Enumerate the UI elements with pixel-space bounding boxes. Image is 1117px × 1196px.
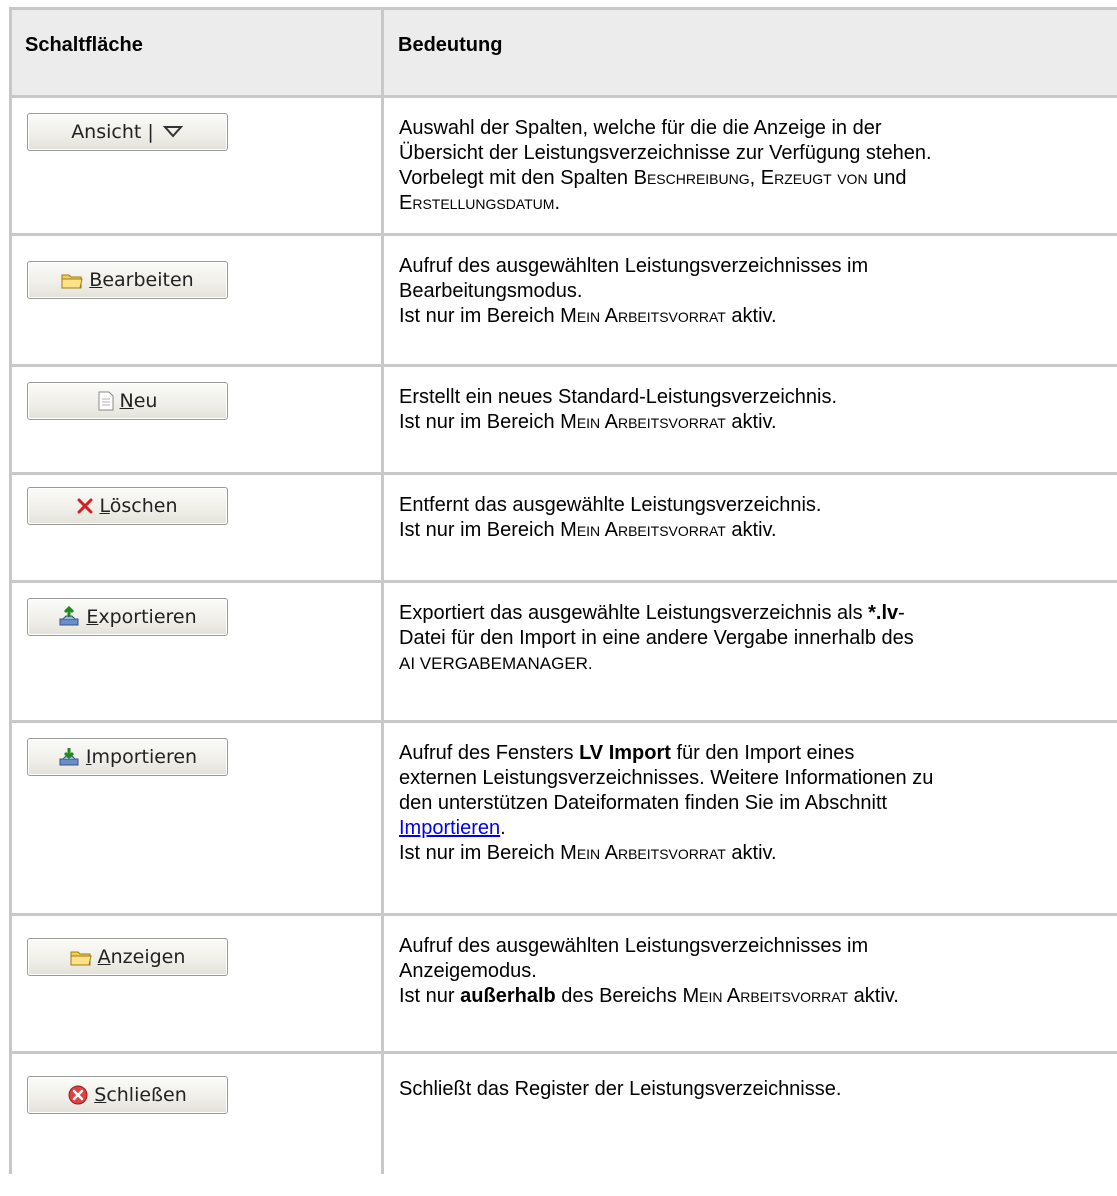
header-bedeutung: Bedeutung [398,34,503,56]
table-row: Neu Erstellt ein neues Standard-Leistung… [12,367,1117,475]
table-row: Exportieren Exportiert das ausgewählte L… [12,583,1117,723]
loeschen-button[interactable]: Löschen [27,487,228,525]
table-row: Bearbeiten Aufruf des ausgewählten Leist… [12,236,1117,367]
description: Exportiert das ausgewählte Leistungsverz… [399,602,914,673]
table-header: Schaltfläche Bedeutung [12,10,1117,98]
description: Erstellt ein neues Standard-Leistungsver… [399,386,838,433]
ansicht-button-label: Ansicht | [71,121,154,143]
bearbeiten-button[interactable]: Bearbeiten [27,261,228,299]
table-row: Schließen Schließt das Register der Leis… [12,1054,1117,1174]
exportieren-button[interactable]: Exportieren [27,598,228,636]
table-row: Ansicht | Auswahl der Spalten, welche fü… [12,98,1117,236]
dropdown-triangle-icon [162,126,184,138]
description: Schließt das Register der Leistungsverze… [399,1078,842,1100]
importieren-button[interactable]: Importieren [27,738,228,776]
table-row: Importieren Aufruf des Fensters LV Impor… [12,723,1117,916]
neu-button[interactable]: Neu [27,382,228,420]
export-icon [59,606,79,626]
new-document-icon [98,391,114,411]
button-reference-table: Schaltfläche Bedeutung Ansicht | Auswahl… [9,7,1117,1174]
description: Aufruf des ausgewählten Leistungsverzeic… [399,935,899,1007]
ansicht-button[interactable]: Ansicht | [27,113,228,151]
schliessen-button[interactable]: Schließen [27,1076,228,1114]
importieren-link[interactable]: Importieren [399,817,500,839]
delete-x-icon [77,498,93,514]
table-row: Anzeigen Aufruf des ausgewählten Leistun… [12,916,1117,1054]
description: Auswahl der Spalten, welche für die die … [399,117,932,214]
import-icon [59,748,79,766]
description: Aufruf des ausgewählten Leistungsverzeic… [399,255,869,327]
description: Aufruf des Fensters LV Import für den Im… [399,742,934,864]
header-schaltflaeche: Schaltfläche [12,10,384,95]
table-row: Löschen Entfernt das ausgewählte Leistun… [12,475,1117,583]
folder-icon [61,274,83,289]
close-circle-icon [68,1085,88,1105]
anzeigen-button[interactable]: Anzeigen [27,938,228,976]
description: Entfernt das ausgewählte Leistungsverzei… [399,494,822,541]
folder-icon [70,951,92,966]
